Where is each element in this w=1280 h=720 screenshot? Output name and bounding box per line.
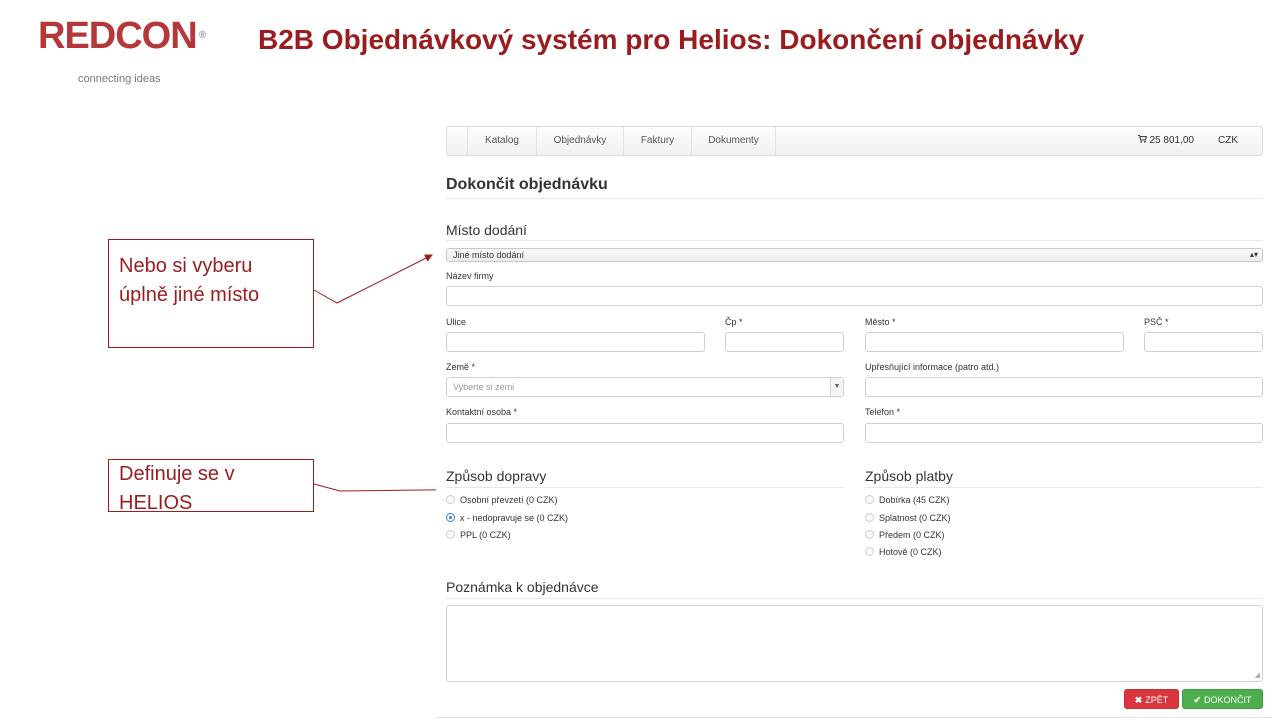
top-navbar: Katalog Objednávky Faktury Dokumenty 25 … — [446, 126, 1263, 156]
payment-option-label: Předem (0 CZK) — [879, 530, 945, 540]
callout-line-2: HELIOS — [119, 492, 193, 514]
phone-input[interactable] — [865, 423, 1263, 443]
redcon-logo: REDCON ® connecting ideas — [38, 16, 218, 88]
shipping-title: Způsob dopravy — [446, 468, 547, 484]
company-input[interactable] — [446, 286, 1263, 306]
payment-option-label: Splatnost (0 CZK) — [879, 513, 951, 523]
select-arrows-icon: ▴▾ — [1249, 250, 1258, 259]
street-label: Ulice — [446, 317, 467, 327]
radio-checked-icon — [446, 513, 455, 522]
city-label: Město * — [865, 317, 896, 327]
callout-line-1: Nebo si vyberu — [119, 255, 253, 277]
callout-other-place: Nebo si vyberu úplně jiné místo — [108, 239, 314, 348]
radio-icon — [446, 530, 455, 539]
nav-dokumenty[interactable]: Dokumenty — [692, 127, 776, 155]
shipping-option-label: x - nedopravuje se (0 CZK) — [460, 513, 569, 523]
nav-objednavky[interactable]: Objednávky — [537, 127, 624, 155]
app-bottom-border — [436, 717, 1272, 718]
note-divider — [446, 598, 1263, 599]
note-textarea[interactable]: ◢ — [446, 605, 1263, 682]
callout-line-2: úplně jiné místo — [119, 284, 260, 306]
registered-mark: ® — [198, 30, 206, 41]
title-divider — [446, 198, 1263, 199]
logo-wordmark: REDCON ® — [38, 16, 218, 56]
country-placeholder: Vyberte si zemi — [453, 382, 515, 392]
logo-text: REDCON — [38, 15, 198, 57]
resize-grip-icon[interactable]: ◢ — [1255, 672, 1260, 679]
finish-button[interactable]: ✔ DOKONČIT — [1182, 689, 1263, 709]
note-title: Poznámka k objednávce — [446, 579, 599, 595]
contact-input[interactable] — [446, 423, 844, 443]
country-select[interactable]: Vyberte si zemi ▼ — [446, 377, 844, 397]
extra-info-label: Upřesňující informace (patro atd.) — [865, 362, 1000, 372]
radio-icon — [865, 530, 874, 539]
country-label: Země * — [446, 362, 476, 372]
radio-icon — [865, 547, 874, 556]
shipping-option-label: Osobní převzetí (0 CZK) — [460, 495, 558, 505]
radio-icon — [446, 495, 455, 504]
phone-label: Telefon * — [865, 407, 901, 417]
zip-label: PSČ * — [1144, 317, 1169, 327]
delivery-place-select[interactable]: Jiné místo dodání ▴▾ — [446, 248, 1263, 262]
nav-katalog[interactable]: Katalog — [467, 127, 537, 155]
payment-divider — [865, 487, 1263, 488]
company-label: Název firmy — [446, 271, 494, 281]
delivery-divider — [446, 240, 1263, 241]
payment-title: Způsob platby — [865, 468, 953, 484]
zip-input[interactable] — [1144, 332, 1263, 352]
street-input[interactable] — [446, 332, 705, 352]
delivery-place-value: Jiné místo dodání — [453, 250, 525, 260]
cart-summary[interactable]: 25 801,00 — [1137, 127, 1195, 155]
back-button-label: ZPĚT — [1145, 695, 1169, 705]
order-finish-app: Katalog Objednávky Faktury Dokumenty 25 … — [436, 116, 1272, 720]
city-input[interactable] — [865, 332, 1124, 352]
page-title: Dokončit objednávku — [446, 176, 608, 193]
payment-option-label: Dobírka (45 CZK) — [879, 495, 950, 505]
nav-faktury[interactable]: Faktury — [624, 127, 692, 155]
back-button[interactable]: ✖ ZPĚT — [1124, 689, 1179, 709]
number-input[interactable] — [725, 332, 844, 352]
close-icon: ✖ — [1134, 695, 1143, 705]
callout-line-1: Definuje se v — [119, 463, 235, 485]
cart-total: 25 801,00 — [1149, 135, 1195, 146]
shipping-divider — [446, 487, 844, 488]
callout-helios: Definuje se v HELIOS — [108, 459, 314, 514]
logo-tagline: connecting ideas — [78, 73, 161, 85]
number-label: Čp * — [725, 317, 743, 327]
radio-icon — [865, 495, 874, 504]
shopping-cart-icon — [1137, 127, 1147, 155]
extra-info-input[interactable] — [865, 377, 1263, 397]
contact-label: Kontaktní osoba * — [446, 407, 518, 417]
chevron-down-icon: ▼ — [830, 378, 843, 396]
arrow-to-select — [313, 254, 433, 304]
shipping-option-label: PPL (0 CZK) — [460, 530, 511, 540]
delivery-place-title: Místo dodání — [446, 222, 527, 238]
finish-button-label: DOKONČIT — [1204, 695, 1252, 705]
payment-option-label: Hotově (0 CZK) — [879, 547, 942, 557]
check-icon: ✔ — [1193, 695, 1202, 705]
slide-title: B2B Objednávkový systém pro Helios: Doko… — [258, 24, 1085, 55]
currency-selector[interactable]: CZK — [1218, 127, 1238, 155]
radio-icon — [865, 513, 874, 522]
